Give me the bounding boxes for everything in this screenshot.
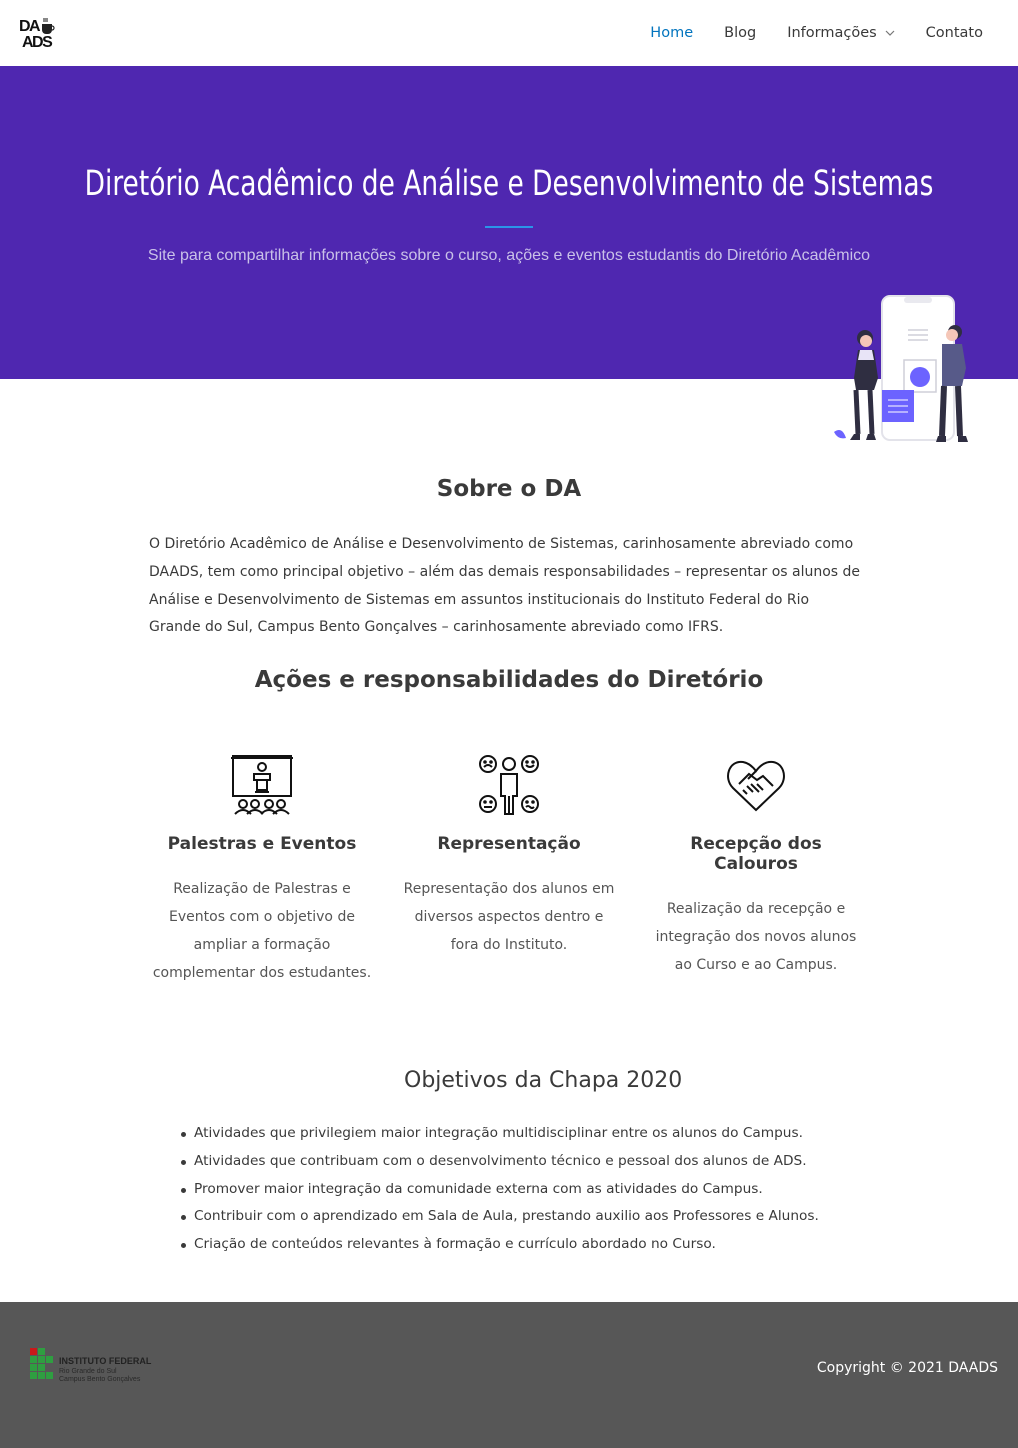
list-item: Contribuir com o aprendizado em Sala de … xyxy=(180,1203,819,1231)
daads-logo[interactable]: DA ADS xyxy=(19,16,57,50)
about-title: Sobre o DA xyxy=(436,476,582,502)
ifrs-logo[interactable]: INSTITUTO FEDERAL Rio Grande do Sul Camp… xyxy=(30,1348,162,1384)
card-text: Realização de Palestras e Eventos com o … xyxy=(152,881,372,981)
nav-contato[interactable]: Contato xyxy=(926,25,983,41)
svg-text:DA: DA xyxy=(19,18,41,35)
main-nav: Home Blog Informações Contato xyxy=(650,0,983,66)
nav-blog[interactable]: Blog xyxy=(724,25,756,41)
svg-text:ADS: ADS xyxy=(22,34,53,50)
presentation-icon xyxy=(231,755,293,815)
people-phone-illustration xyxy=(834,295,968,442)
card-title: Recepção dos Calouros xyxy=(690,834,822,874)
ifrs-logo-line1: INSTITUTO FEDERAL xyxy=(59,1356,152,1366)
site-footer: INSTITUTO FEDERAL Rio Grande do Sul Camp… xyxy=(0,1302,1018,1448)
hero-title: Diretório Acadêmico de Análise e Desenvo… xyxy=(84,164,934,204)
card-representacao: Representação Representação dos alunos e… xyxy=(399,754,619,959)
list-item: Atividades que privilegiem maior integra… xyxy=(180,1120,819,1148)
representation-icon xyxy=(479,755,539,815)
objectives-list: Atividades que privilegiem maior integra… xyxy=(180,1120,819,1259)
handshake-heart-icon xyxy=(727,760,785,812)
copyright-text: Copyright © 2021 DAADS xyxy=(816,1360,998,1376)
ifrs-logo-line3: Campus Bento Gonçalves xyxy=(59,1376,141,1383)
ifrs-logo-line2: Rio Grande do Sul xyxy=(59,1368,117,1375)
card-title: Palestras e Eventos xyxy=(167,834,357,854)
nav-informacoes-label: Informações xyxy=(787,25,877,41)
hero-subtitle: Site para compartilhar informações sobre… xyxy=(147,247,871,264)
card-title: Representação xyxy=(437,834,581,854)
card-text: Representação dos alunos em diversos asp… xyxy=(403,881,615,953)
list-item: Atividades que contribuam com o desenvol… xyxy=(180,1148,819,1176)
list-item: Promover maior integração da comunidade … xyxy=(180,1176,819,1204)
chevron-down-icon xyxy=(885,30,895,36)
about-text: O Diretório Acadêmico de Análise e Desen… xyxy=(149,536,861,636)
objectives-title: Objetivos da Chapa 2020 xyxy=(404,1068,683,1093)
list-item: Criação de conteúdos relevantes à formaç… xyxy=(180,1231,819,1259)
card-calouros: Recepção dos Calouros Realização da rece… xyxy=(646,754,866,979)
nav-informacoes[interactable]: Informações xyxy=(787,25,895,41)
actions-title: Ações e responsabilidades do Diretório xyxy=(254,667,764,693)
card-text: Realização da recepção e integração dos … xyxy=(655,901,857,973)
hero-divider xyxy=(485,226,533,228)
nav-home[interactable]: Home xyxy=(650,25,693,41)
site-header: DA ADS Home Blog Informações Contato xyxy=(0,0,1018,66)
card-palestras: Palestras e Eventos Realização de Palest… xyxy=(152,754,372,987)
